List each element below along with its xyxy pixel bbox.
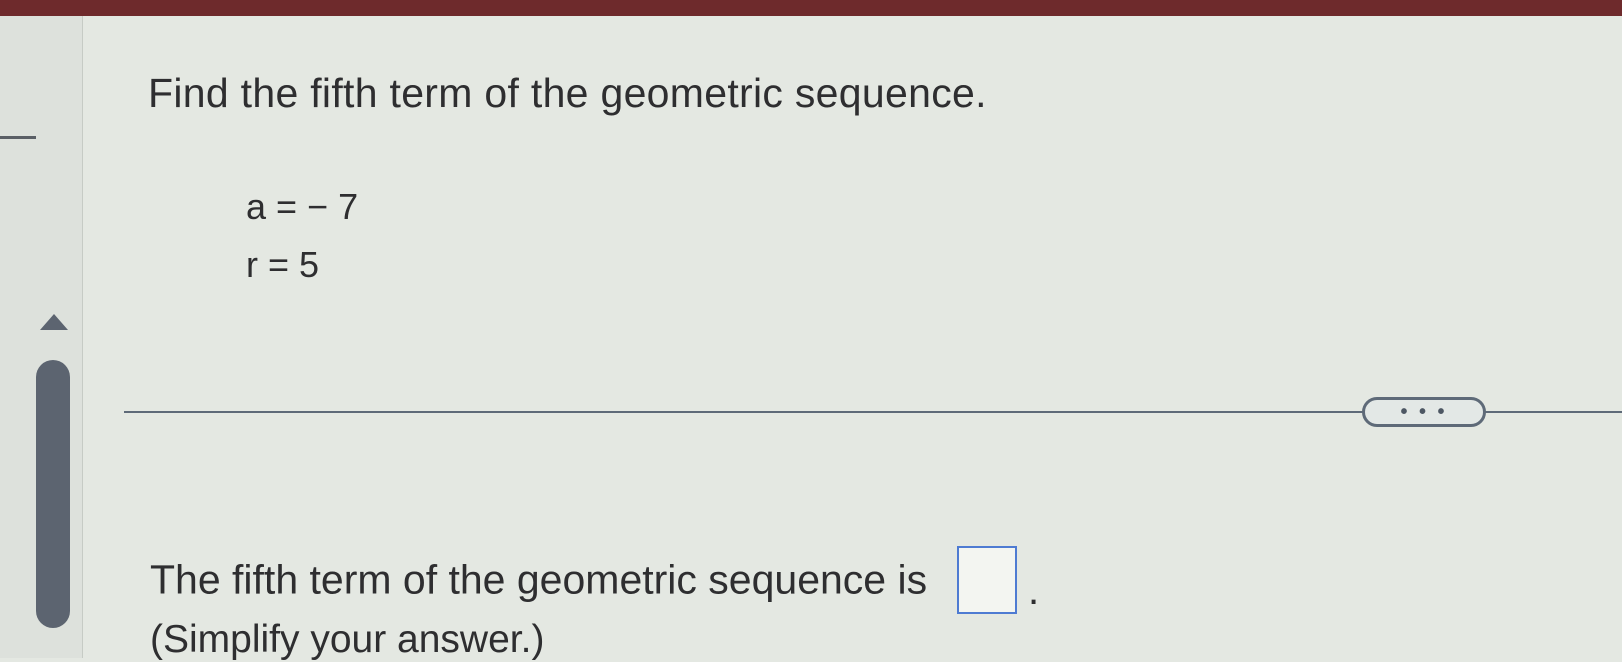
answer-input[interactable] <box>956 546 1017 614</box>
left-panel-marker <box>0 136 36 139</box>
question-title: Find the fifth term of the geometric seq… <box>148 70 987 116</box>
given-first-term: a = − 7 <box>246 186 359 227</box>
answer-line: The fifth term of the geometric sequence… <box>150 546 1039 614</box>
browser-top-bar <box>0 0 1622 16</box>
scroll-up-arrow-icon[interactable] <box>40 314 68 330</box>
answer-hint: (Simplify your answer.) <box>150 618 545 661</box>
answer-period: . <box>1027 567 1040 613</box>
more-options-button[interactable]: • • • <box>1362 397 1486 427</box>
answer-prompt: The fifth term of the geometric sequence… <box>150 556 928 603</box>
scrollbar-thumb[interactable] <box>36 360 70 628</box>
given-common-ratio: r = 5 <box>246 244 320 285</box>
